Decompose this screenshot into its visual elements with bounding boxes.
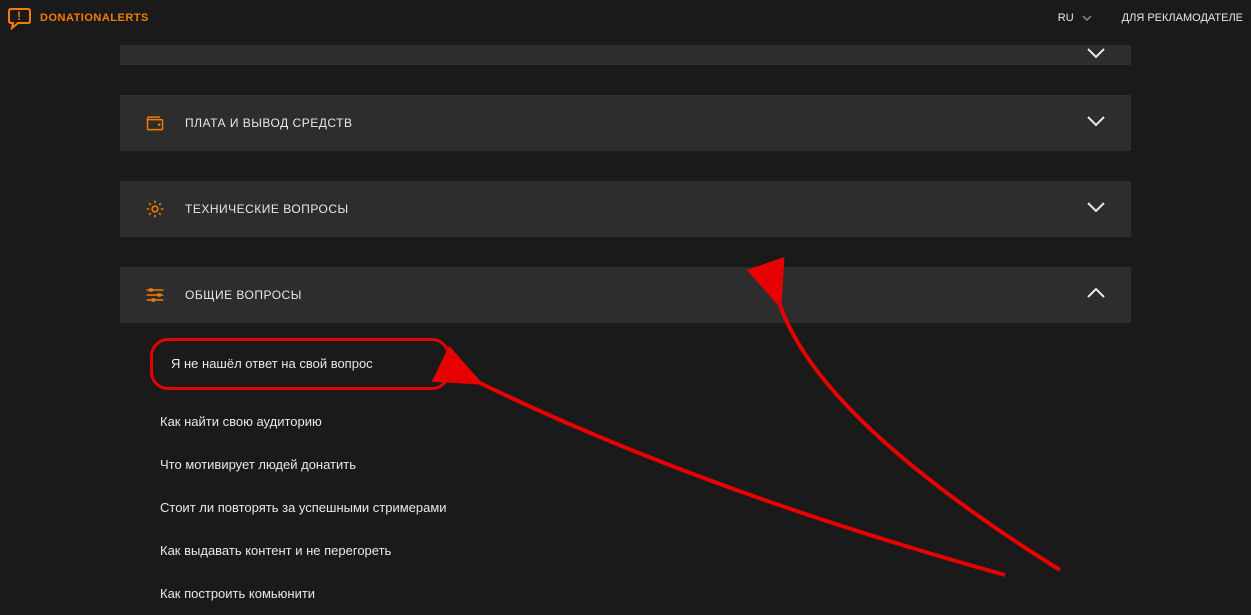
accordion-technical[interactable]: ТЕХНИЧЕСКИЕ ВОПРОСЫ: [120, 181, 1131, 237]
main-content: ПЛАТА И ВЫВОД СРЕДСТВ ТЕХНИЧЕСКИЕ ВОПРОС…: [0, 35, 1251, 615]
question-link: Что мотивирует людей донатить: [160, 457, 356, 472]
sliders-icon: [145, 285, 165, 305]
chevron-down-icon: [1086, 200, 1106, 218]
section-title: ОБЩИЕ ВОПРОСЫ: [185, 288, 302, 302]
section-title: ПЛАТА И ВЫВОД СРЕДСТВ: [185, 116, 352, 130]
page-header: ! DONATIONALERTS RU ДЛЯ РЕКЛАМОДАТЕЛЕ: [0, 0, 1251, 35]
question-link: Как найти свою аудиторию: [160, 414, 322, 429]
chevron-down-icon: [1082, 12, 1092, 24]
list-item[interactable]: Как выдавать контент и не перегореть: [150, 529, 1101, 572]
accordion-collapsed-top[interactable]: [120, 45, 1131, 65]
brand-logo-icon: !: [8, 6, 32, 30]
chevron-down-icon: [1086, 46, 1106, 64]
logo-wrapper[interactable]: ! DONATIONALERTS: [0, 6, 149, 30]
accordion-general[interactable]: ОБЩИЕ ВОПРОСЫ: [120, 267, 1131, 323]
gear-icon: [145, 199, 165, 219]
list-item[interactable]: Стоит ли повторять за успешными стримера…: [150, 486, 1101, 529]
question-link: Как выдавать контент и не перегореть: [160, 543, 391, 558]
general-questions-list: Я не нашёл ответ на свой вопрос Как найт…: [120, 323, 1131, 615]
list-item[interactable]: Как найти свою аудиторию: [150, 400, 1101, 443]
list-item[interactable]: Что мотивирует людей донатить: [150, 443, 1101, 486]
question-link: Я не нашёл ответ на свой вопрос: [171, 356, 373, 371]
language-label: RU: [1058, 12, 1074, 24]
section-title: ТЕХНИЧЕСКИЕ ВОПРОСЫ: [185, 202, 349, 216]
chevron-up-icon: [1086, 286, 1106, 304]
question-link: Как построить комьюнити: [160, 586, 315, 601]
chevron-down-icon: [1086, 114, 1106, 132]
list-item[interactable]: Как построить комьюнити: [150, 572, 1101, 615]
language-selector[interactable]: RU: [1058, 12, 1092, 24]
header-right: RU ДЛЯ РЕКЛАМОДАТЕЛЕ: [1058, 12, 1251, 24]
accordion-payments[interactable]: ПЛАТА И ВЫВОД СРЕДСТВ: [120, 95, 1131, 151]
list-item-highlighted[interactable]: Я не нашёл ответ на свой вопрос: [150, 338, 450, 390]
svg-text:!: !: [17, 9, 21, 23]
wallet-icon: [145, 113, 165, 133]
question-link: Стоит ли повторять за успешными стримера…: [160, 500, 447, 515]
brand-name: DONATIONALERTS: [40, 12, 149, 24]
advertiser-link[interactable]: ДЛЯ РЕКЛАМОДАТЕЛЕ: [1122, 12, 1243, 24]
